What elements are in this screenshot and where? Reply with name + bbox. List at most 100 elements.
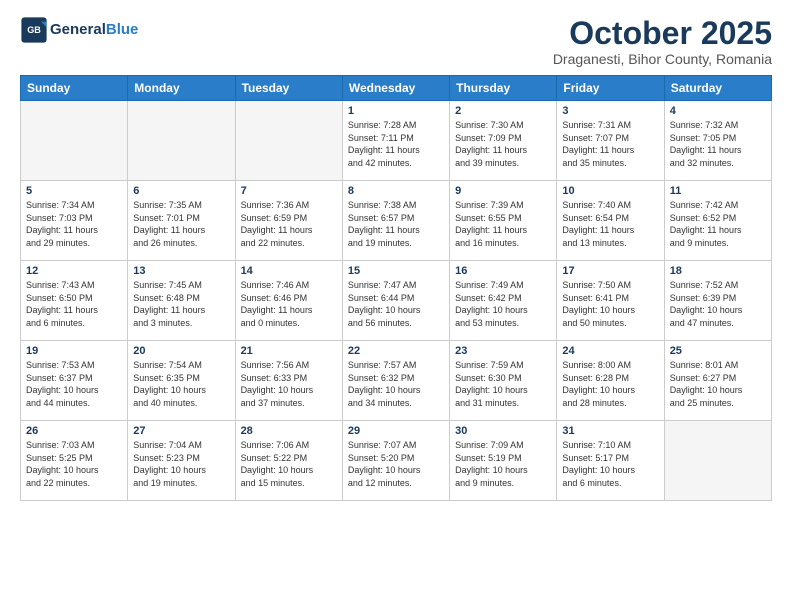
- calendar-cell: 6Sunrise: 7:35 AM Sunset: 7:01 PM Daylig…: [128, 181, 235, 261]
- calendar-cell: 27 Sunrise: 7:04 AM Sunset: 5:23 PM Dayli…: [128, 421, 235, 501]
- day-info: Sunrise: 7:45 AM Sunset: 6:48 PM Dayligh…: [133, 279, 229, 329]
- calendar-week-1: 1 Sunrise: 7:28 AM Sunset: 7:11 PM Daylig…: [21, 101, 772, 181]
- logo-line2: Blue: [106, 21, 139, 38]
- calendar-cell: 16 Sunrise: 7:49 AM Sunset: 6:42 PM Dayli…: [450, 261, 557, 341]
- day-info: Sunrise: 7:32 AM Sunset: 7:05 PM Dayligh…: [670, 119, 766, 169]
- calendar-cell: 5Sunrise: 7:34 AM Sunset: 7:03 PM Daylig…: [21, 181, 128, 261]
- calendar-cell: 25 Sunrise: 8:01 AM Sunset: 6:27 PM Dayli…: [664, 341, 771, 421]
- calendar-cell: 20 Sunrise: 7:54 AM Sunset: 6:35 PM Dayli…: [128, 341, 235, 421]
- day-info: Sunrise: 7:35 AM Sunset: 7:01 PM Dayligh…: [133, 199, 229, 249]
- logo: GB GeneralBlue: [20, 16, 138, 44]
- day-number: 26: [26, 425, 122, 437]
- day-info: Sunrise: 7:28 AM Sunset: 7:11 PM Dayligh…: [348, 119, 444, 169]
- day-info: Sunrise: 7:43 AM Sunset: 6:50 PM Dayligh…: [26, 279, 122, 329]
- day-number: 27: [133, 425, 229, 437]
- day-info: Sunrise: 7:50 AM Sunset: 6:41 PM Dayligh…: [562, 279, 658, 329]
- calendar-cell: 10Sunrise: 7:40 AM Sunset: 6:54 PM Dayli…: [557, 181, 664, 261]
- calendar-cell: 26 Sunrise: 7:03 AM Sunset: 5:25 PM Dayli…: [21, 421, 128, 501]
- day-number: 8: [348, 185, 444, 197]
- calendar-cell: 31Sunrise: 7:10 AM Sunset: 5:17 PM Dayli…: [557, 421, 664, 501]
- calendar-week-3: 12 Sunrise: 7:43 AM Sunset: 6:50 PM Dayli…: [21, 261, 772, 341]
- day-number: 9: [455, 185, 551, 197]
- calendar-cell: 28 Sunrise: 7:06 AM Sunset: 5:22 PM Dayli…: [235, 421, 342, 501]
- day-info: Sunrise: 8:01 AM Sunset: 6:27 PM Dayligh…: [670, 359, 766, 409]
- day-number: 15: [348, 265, 444, 277]
- day-info: Sunrise: 7:57 AM Sunset: 6:32 PM Dayligh…: [348, 359, 444, 409]
- day-number: 19: [26, 345, 122, 357]
- logo-line1: General: [50, 21, 106, 38]
- day-info: Sunrise: 7:47 AM Sunset: 6:44 PM Dayligh…: [348, 279, 444, 329]
- day-info: Sunrise: 7:34 AM Sunset: 7:03 PM Dayligh…: [26, 199, 122, 249]
- month-title: October 2025: [553, 16, 772, 51]
- day-number: 16: [455, 265, 551, 277]
- page-container: GB GeneralBlue October 2025 Draganesti, …: [0, 0, 792, 511]
- calendar-cell: [235, 101, 342, 181]
- day-number: 13: [133, 265, 229, 277]
- calendar-cell: 23 Sunrise: 7:59 AM Sunset: 6:30 PM Dayli…: [450, 341, 557, 421]
- day-number: 28: [241, 425, 337, 437]
- weekday-header-saturday: Saturday: [664, 76, 771, 101]
- calendar-cell: 30Sunrise: 7:09 AM Sunset: 5:19 PM Dayli…: [450, 421, 557, 501]
- day-number: 29: [348, 425, 444, 437]
- day-info: Sunrise: 7:59 AM Sunset: 6:30 PM Dayligh…: [455, 359, 551, 409]
- location-subtitle: Draganesti, Bihor County, Romania: [553, 51, 772, 67]
- day-number: 21: [241, 345, 337, 357]
- day-info: Sunrise: 7:39 AM Sunset: 6:55 PM Dayligh…: [455, 199, 551, 249]
- day-info: Sunrise: 8:00 AM Sunset: 6:28 PM Dayligh…: [562, 359, 658, 409]
- calendar-cell: [21, 101, 128, 181]
- day-info: Sunrise: 7:54 AM Sunset: 6:35 PM Dayligh…: [133, 359, 229, 409]
- day-number: 3: [562, 105, 658, 117]
- calendar-cell: 22Sunrise: 7:57 AM Sunset: 6:32 PM Dayli…: [342, 341, 449, 421]
- day-info: Sunrise: 7:36 AM Sunset: 6:59 PM Dayligh…: [241, 199, 337, 249]
- day-info: Sunrise: 7:46 AM Sunset: 6:46 PM Dayligh…: [241, 279, 337, 329]
- day-info: Sunrise: 7:10 AM Sunset: 5:17 PM Dayligh…: [562, 439, 658, 489]
- calendar-cell: 24Sunrise: 8:00 AM Sunset: 6:28 PM Dayli…: [557, 341, 664, 421]
- calendar-cell: [128, 101, 235, 181]
- day-number: 23: [455, 345, 551, 357]
- day-number: 2: [455, 105, 551, 117]
- calendar-cell: 2Sunrise: 7:30 AM Sunset: 7:09 PM Daylig…: [450, 101, 557, 181]
- day-number: 12: [26, 265, 122, 277]
- calendar-cell: 29Sunrise: 7:07 AM Sunset: 5:20 PM Dayli…: [342, 421, 449, 501]
- calendar-cell: 19 Sunrise: 7:53 AM Sunset: 6:37 PM Dayli…: [21, 341, 128, 421]
- day-info: Sunrise: 7:06 AM Sunset: 5:22 PM Dayligh…: [241, 439, 337, 489]
- calendar-cell: 4 Sunrise: 7:32 AM Sunset: 7:05 PM Daylig…: [664, 101, 771, 181]
- calendar-cell: 17Sunrise: 7:50 AM Sunset: 6:41 PM Dayli…: [557, 261, 664, 341]
- weekday-header-monday: Monday: [128, 76, 235, 101]
- day-info: Sunrise: 7:53 AM Sunset: 6:37 PM Dayligh…: [26, 359, 122, 409]
- day-info: Sunrise: 7:49 AM Sunset: 6:42 PM Dayligh…: [455, 279, 551, 329]
- day-info: Sunrise: 7:52 AM Sunset: 6:39 PM Dayligh…: [670, 279, 766, 329]
- calendar-week-5: 26 Sunrise: 7:03 AM Sunset: 5:25 PM Dayli…: [21, 421, 772, 501]
- calendar-cell: 8Sunrise: 7:38 AM Sunset: 6:57 PM Daylig…: [342, 181, 449, 261]
- calendar-cell: 14 Sunrise: 7:46 AM Sunset: 6:46 PM Dayli…: [235, 261, 342, 341]
- calendar-cell: 12 Sunrise: 7:43 AM Sunset: 6:50 PM Dayli…: [21, 261, 128, 341]
- day-number: 14: [241, 265, 337, 277]
- logo-icon: GB: [20, 16, 48, 44]
- calendar-cell: 15 Sunrise: 7:47 AM Sunset: 6:44 PM Dayli…: [342, 261, 449, 341]
- weekday-header-thursday: Thursday: [450, 76, 557, 101]
- calendar-table: SundayMondayTuesdayWednesdayThursdayFrid…: [20, 75, 772, 501]
- day-info: Sunrise: 7:04 AM Sunset: 5:23 PM Dayligh…: [133, 439, 229, 489]
- day-number: 4: [670, 105, 766, 117]
- day-number: 11: [670, 185, 766, 197]
- weekday-header-row: SundayMondayTuesdayWednesdayThursdayFrid…: [21, 76, 772, 101]
- calendar-cell: 1 Sunrise: 7:28 AM Sunset: 7:11 PM Daylig…: [342, 101, 449, 181]
- day-number: 18: [670, 265, 766, 277]
- day-number: 20: [133, 345, 229, 357]
- day-info: Sunrise: 7:03 AM Sunset: 5:25 PM Dayligh…: [26, 439, 122, 489]
- calendar-cell: 7Sunrise: 7:36 AM Sunset: 6:59 PM Daylig…: [235, 181, 342, 261]
- weekday-header-tuesday: Tuesday: [235, 76, 342, 101]
- day-info: Sunrise: 7:09 AM Sunset: 5:19 PM Dayligh…: [455, 439, 551, 489]
- weekday-header-sunday: Sunday: [21, 76, 128, 101]
- day-info: Sunrise: 7:31 AM Sunset: 7:07 PM Dayligh…: [562, 119, 658, 169]
- calendar-cell: 21Sunrise: 7:56 AM Sunset: 6:33 PM Dayli…: [235, 341, 342, 421]
- calendar-cell: [664, 421, 771, 501]
- day-number: 25: [670, 345, 766, 357]
- page-header: GB GeneralBlue October 2025 Draganesti, …: [20, 16, 772, 67]
- day-number: 1: [348, 105, 444, 117]
- calendar-cell: 13 Sunrise: 7:45 AM Sunset: 6:48 PM Dayli…: [128, 261, 235, 341]
- calendar-cell: 9 Sunrise: 7:39 AM Sunset: 6:55 PM Daylig…: [450, 181, 557, 261]
- weekday-header-wednesday: Wednesday: [342, 76, 449, 101]
- calendar-week-2: 5Sunrise: 7:34 AM Sunset: 7:03 PM Daylig…: [21, 181, 772, 261]
- calendar-cell: 11Sunrise: 7:42 AM Sunset: 6:52 PM Dayli…: [664, 181, 771, 261]
